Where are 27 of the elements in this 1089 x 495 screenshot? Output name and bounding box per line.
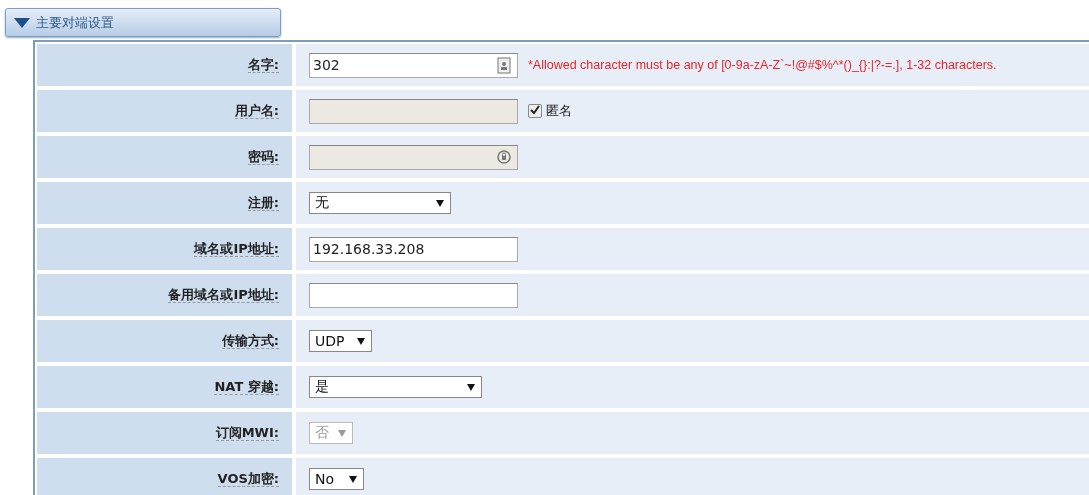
caret-icon: [349, 475, 357, 483]
field-label: 用户名:: [234, 103, 279, 119]
field-label: VOS加密:: [217, 471, 279, 487]
field-label: 密码:: [247, 149, 279, 165]
field-label: 名字:: [247, 57, 279, 73]
input-field[interactable]: 192.168.33.208: [309, 236, 518, 262]
caret-icon: [14, 16, 30, 29]
field-label: 订阅MWI:: [215, 425, 279, 441]
checkbox-label: 匿名: [546, 102, 572, 120]
caret-icon: [338, 429, 346, 437]
input-field[interactable]: [309, 282, 518, 308]
field-label: 域名或IP地址:: [194, 241, 279, 257]
field-label: NAT 穿越:: [214, 379, 279, 395]
field-label: 注册:: [247, 195, 279, 211]
dropdown[interactable]: No: [309, 468, 364, 490]
section-toggle[interactable]: 主要对端设置: [5, 8, 281, 37]
dropdown[interactable]: 是: [309, 376, 482, 398]
caret-icon: [467, 383, 475, 391]
field-label: 传输方式:: [221, 333, 279, 349]
contact-card-icon[interactable]: [497, 56, 511, 74]
caret-icon: [436, 199, 444, 207]
dropdown[interactable]: 无: [309, 192, 451, 214]
caret-icon: [357, 337, 365, 345]
field-label: 备用域名或IP地址:: [168, 287, 279, 303]
validation-hint: *Allowed character must be any of [0-9a-zA-Z`~!@#$%^*()_{}:|?-=.], 1-32 characters.: [528, 58, 997, 72]
dropdown[interactable]: UDP: [309, 330, 372, 352]
input-field[interactable]: 302: [309, 52, 518, 78]
